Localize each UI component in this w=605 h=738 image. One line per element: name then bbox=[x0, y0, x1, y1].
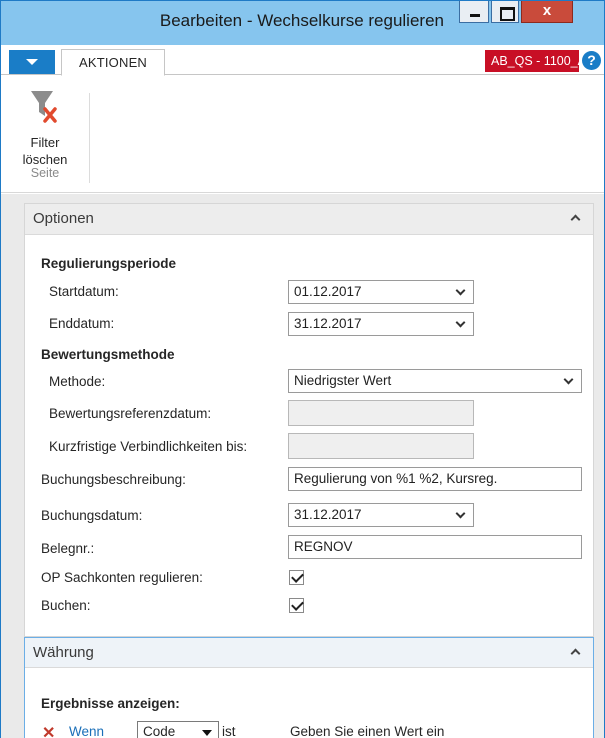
close-button[interactable]: x bbox=[521, 1, 573, 23]
dialog-window: Bearbeiten - Wechselkurse regulieren x A… bbox=[0, 0, 605, 738]
end-date-value: 31.12.2017 bbox=[294, 316, 362, 331]
close-icon: x bbox=[542, 2, 552, 19]
currency-panel: Währung bbox=[24, 637, 594, 738]
remove-filter-icon[interactable]: ✕ bbox=[42, 723, 55, 738]
filter-field-select[interactable]: Code bbox=[137, 721, 219, 738]
title-bar: Bearbeiten - Wechselkurse regulieren x bbox=[1, 1, 604, 45]
window-title: Bearbeiten - Wechselkurse regulieren bbox=[159, 11, 444, 30]
clear-filter-button[interactable]: Filter löschen bbox=[9, 83, 81, 167]
ribbon bbox=[1, 76, 604, 193]
start-date-value: 01.12.2017 bbox=[294, 284, 362, 299]
posting-description-value: Regulierung von %1 %2, Kursreg. bbox=[294, 471, 498, 486]
filter-when-link[interactable]: Wenn bbox=[69, 724, 104, 738]
posting-description-label: Buchungsbeschreibung: bbox=[41, 472, 186, 487]
filter-field-value: Code bbox=[143, 724, 176, 738]
method-select[interactable]: Niedrigster Wert bbox=[288, 369, 582, 393]
posting-date-label: Buchungsdatum: bbox=[41, 508, 143, 523]
chevron-down-icon[interactable] bbox=[563, 374, 574, 385]
method-value: Niedrigster Wert bbox=[294, 373, 392, 388]
currency-panel-header[interactable]: Währung bbox=[25, 638, 593, 668]
valuation-ref-date-field bbox=[288, 400, 474, 426]
clear-filter-icon bbox=[31, 91, 57, 123]
options-panel-header[interactable]: Optionen bbox=[25, 204, 593, 235]
method-section-heading: Bewertungsmethode bbox=[41, 347, 175, 362]
end-date-label: Enddatum: bbox=[49, 316, 115, 331]
clear-filter-label-line1: Filter bbox=[30, 135, 60, 150]
chevron-down-icon[interactable] bbox=[455, 508, 466, 519]
filter-operator-label: ist bbox=[222, 724, 236, 738]
short-term-liabilities-label: Kurzfristige Verbindlichkeiten bis: bbox=[49, 439, 248, 454]
start-date-field[interactable]: 01.12.2017 bbox=[288, 280, 474, 304]
period-section-heading: Regulierungsperiode bbox=[41, 256, 177, 271]
chevron-down-icon[interactable] bbox=[455, 317, 466, 328]
posting-date-value: 31.12.2017 bbox=[294, 507, 362, 522]
end-date-field[interactable]: 31.12.2017 bbox=[288, 312, 474, 336]
currency-panel-title: Währung bbox=[33, 644, 94, 661]
maximize-button[interactable] bbox=[491, 1, 519, 23]
start-date-label: Startdatum: bbox=[49, 284, 119, 299]
document-no-field[interactable]: REGNOV bbox=[288, 535, 582, 559]
collapse-chevron-icon[interactable] bbox=[570, 648, 581, 659]
chevron-down-icon[interactable] bbox=[455, 285, 466, 296]
collapse-chevron-icon[interactable] bbox=[570, 214, 581, 225]
adjust-gl-accounts-checkbox[interactable] bbox=[289, 570, 304, 585]
posting-date-field[interactable]: 31.12.2017 bbox=[288, 503, 474, 527]
company-badge[interactable]: AB_QS - 1100_AIIM... bbox=[485, 50, 579, 72]
posting-description-field[interactable]: Regulierung von %1 %2, Kursreg. bbox=[288, 467, 582, 491]
valuation-ref-date-label: Bewertungsreferenzdatum: bbox=[49, 406, 212, 421]
document-no-value: REGNOV bbox=[294, 539, 353, 554]
tab-aktionen[interactable]: AKTIONEN bbox=[61, 49, 165, 76]
ribbon-group-label: Seite bbox=[30, 166, 60, 180]
post-checkbox[interactable] bbox=[289, 598, 304, 613]
help-icon[interactable]: ? bbox=[582, 51, 601, 70]
filter-value-input[interactable]: Geben Sie einen Wert ein bbox=[290, 724, 444, 738]
adjust-gl-accounts-label: OP Sachkonten regulieren: bbox=[41, 570, 203, 585]
document-no-label: Belegnr.: bbox=[41, 541, 95, 556]
method-label: Methode: bbox=[49, 374, 106, 389]
app-menu-dropdown-button[interactable] bbox=[9, 50, 55, 74]
short-term-liabilities-field bbox=[288, 433, 474, 459]
post-label: Buchen: bbox=[41, 598, 91, 613]
show-results-heading: Ergebnisse anzeigen: bbox=[41, 696, 180, 711]
minimize-button[interactable] bbox=[459, 1, 489, 23]
options-panel-title: Optionen bbox=[33, 210, 94, 227]
ribbon-group-divider bbox=[89, 93, 90, 183]
